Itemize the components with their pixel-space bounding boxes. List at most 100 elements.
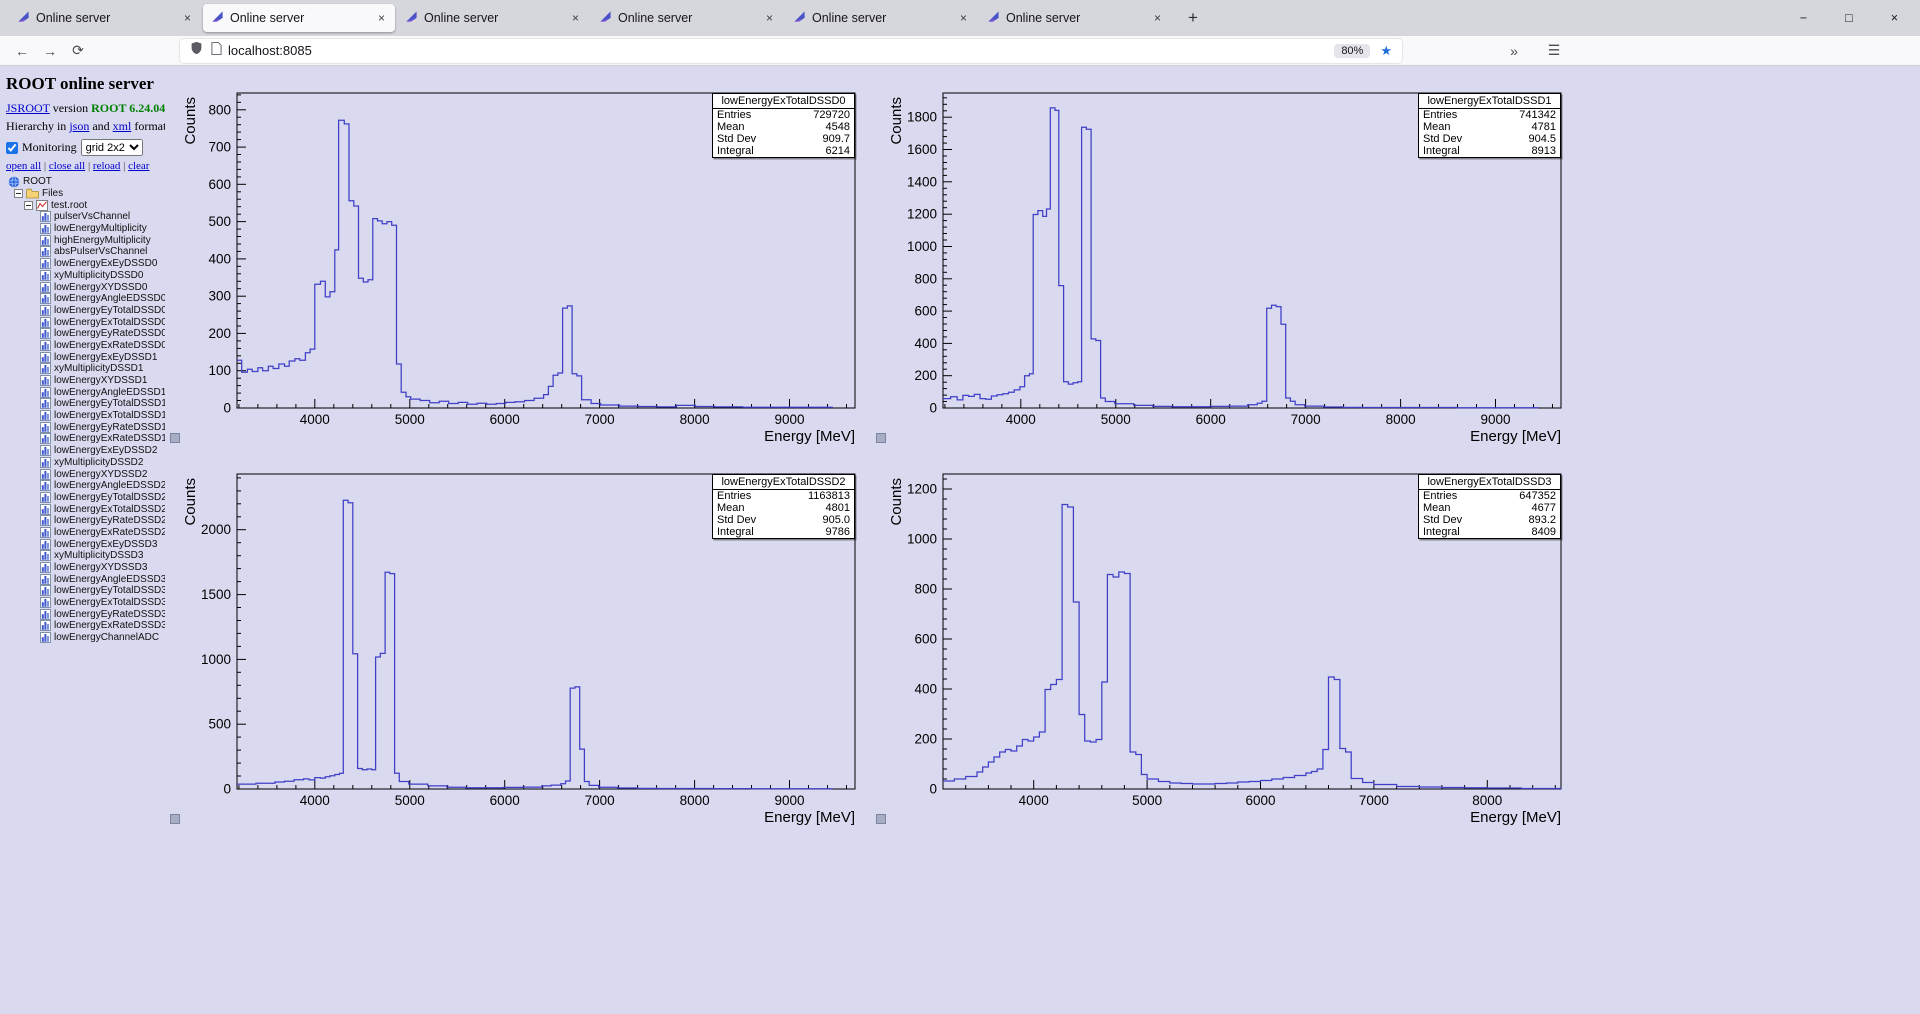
- tree-item[interactable]: xyMultiplicityDSSD3: [6, 550, 165, 562]
- tree-item[interactable]: lowEnergyExTotalDSSD0: [6, 316, 165, 328]
- tree-item[interactable]: lowEnergyExRateDSSD0: [6, 339, 165, 352]
- reload-icon[interactable]: ⟳: [64, 42, 92, 59]
- tree-item[interactable]: lowEnergyXYDSSD0: [6, 281, 165, 293]
- action-open-all[interactable]: open all: [6, 160, 41, 172]
- tab-close-icon[interactable]: ×: [570, 11, 581, 25]
- tree-item[interactable]: lowEnergyXYDSSD1: [6, 375, 165, 387]
- tree-item[interactable]: highEnergyMultiplicity: [6, 234, 165, 246]
- tree-item[interactable]: pulserVsChannel: [6, 211, 165, 223]
- tree-item[interactable]: lowEnergyEyRateDSSD2: [6, 515, 165, 527]
- tab-close-icon[interactable]: ×: [376, 11, 387, 25]
- new-tab-button[interactable]: +: [1180, 5, 1206, 31]
- monitoring-checkbox[interactable]: [6, 141, 18, 154]
- stats-box[interactable]: lowEnergyExTotalDSSD0 Entries 729720 Mean 4…: [712, 93, 855, 158]
- tree-item[interactable]: lowEnergyEyTotalDSSD2: [6, 491, 165, 504]
- bookmark-star-icon[interactable]: ★: [1380, 43, 1392, 59]
- pad-lowEnergyExTotalDSSD2[interactable]: 4000 5000 6000 7000 8000 9000 0 500 1000 1500 2000…: [165, 447, 871, 828]
- browser-tab[interactable]: Online server ×: [785, 4, 977, 32]
- tree-item[interactable]: lowEnergyAngleEDSSD1: [6, 386, 165, 398]
- tree-item[interactable]: lowEnergyExEyDSSD3: [6, 538, 165, 550]
- histogram-icon: [40, 316, 51, 328]
- tree-item[interactable]: lowEnergyExEyDSSD2: [6, 445, 165, 457]
- tree-item[interactable]: lowEnergyXYDSSD3: [6, 562, 165, 574]
- tree-label: lowEnergyEyTotalDSSD1: [54, 398, 165, 410]
- stat-value: 729720: [813, 109, 850, 121]
- pad-lowEnergyExTotalDSSD0[interactable]: 4000 5000 6000 7000 8000 9000 0 100 200 300 400 500…: [165, 66, 871, 447]
- json-link[interactable]: json: [69, 119, 89, 133]
- pad-lowEnergyExTotalDSSD3[interactable]: 4000 5000 6000 7000 8000 0 200 400 600 800 1000 120…: [871, 447, 1577, 828]
- jsroot-link[interactable]: JSROOT: [6, 101, 50, 115]
- layout-select[interactable]: grid 2x2: [80, 139, 143, 156]
- tab-close-icon[interactable]: ×: [958, 11, 969, 25]
- tree-item[interactable]: lowEnergyExEyDSSD1: [6, 351, 165, 363]
- stats-box[interactable]: lowEnergyExTotalDSSD1 Entries 741342 Mean 4…: [1418, 93, 1561, 158]
- tab-close-icon[interactable]: ×: [182, 11, 193, 25]
- tree-item[interactable]: lowEnergyEyRateDSSD1: [6, 421, 165, 433]
- back-icon[interactable]: ←: [8, 43, 36, 59]
- action-reload[interactable]: reload: [93, 160, 120, 172]
- tree-item[interactable]: absPulserVsChannel: [6, 246, 165, 258]
- svg-text:Counts: Counts: [182, 478, 199, 526]
- tree-item[interactable]: lowEnergyExTotalDSSD3: [6, 597, 165, 609]
- xml-link[interactable]: xml: [113, 119, 132, 133]
- toolbar-right: » ☰: [1500, 42, 1568, 59]
- browser-tab[interactable]: Online server ×: [203, 4, 395, 32]
- pad-lowEnergyExTotalDSSD1[interactable]: 4000 5000 6000 7000 8000 9000 0 200 400 600 800 100…: [871, 66, 1577, 447]
- tree-item[interactable]: lowEnergyExTotalDSSD2: [6, 503, 165, 515]
- tree-item[interactable]: lowEnergyEyRateDSSD3: [6, 608, 165, 620]
- tree-item[interactable]: lowEnergyAngleEDSSD0: [6, 293, 165, 305]
- histogram-icon: [40, 620, 51, 632]
- tree-item[interactable]: lowEnergyEyTotalDSSD0: [6, 304, 165, 317]
- shield-icon[interactable]: [190, 41, 203, 60]
- url-text: localhost:8085: [228, 43, 312, 58]
- tree-item[interactable]: lowEnergyExEyDSSD0: [6, 258, 165, 270]
- overflow-chevrons-icon[interactable]: »: [1500, 43, 1528, 59]
- page-info-icon[interactable]: [211, 41, 222, 60]
- tree-item[interactable]: lowEnergyEyTotalDSSD1: [6, 398, 165, 410]
- tree-item[interactable]: lowEnergyExRateDSSD3: [6, 620, 165, 632]
- svg-text:0: 0: [223, 401, 231, 416]
- pad-corner-button[interactable]: [170, 814, 180, 824]
- tree-item[interactable]: lowEnergyEyTotalDSSD3: [6, 585, 165, 597]
- pad-corner-button[interactable]: [170, 433, 180, 443]
- tab-close-icon[interactable]: ×: [764, 11, 775, 25]
- hierarchy-tree: ROOT Files test.root pulserVsChannel lowEner…: [6, 176, 165, 644]
- url-bar[interactable]: localhost:8085 80% ★: [180, 38, 1402, 63]
- maximize-icon[interactable]: □: [1845, 11, 1853, 25]
- stats-box[interactable]: lowEnergyExTotalDSSD3 Entries 647352 Mean 4…: [1418, 474, 1561, 539]
- svg-text:8000: 8000: [1472, 793, 1502, 808]
- tree-item[interactable]: lowEnergyChannelADC: [6, 632, 165, 644]
- close-window-icon[interactable]: ×: [1891, 11, 1898, 25]
- tab-close-icon[interactable]: ×: [1152, 11, 1163, 25]
- action-clear[interactable]: clear: [128, 160, 149, 172]
- tree-label: lowEnergyExEyDSSD0: [54, 258, 158, 270]
- tree-item-file[interactable]: test.root: [6, 199, 165, 211]
- pad-corner-button[interactable]: [876, 433, 886, 443]
- minimize-icon[interactable]: −: [1800, 11, 1807, 25]
- tree-item[interactable]: lowEnergyExRateDSSD2: [6, 526, 165, 539]
- pad-corner-button[interactable]: [876, 814, 886, 824]
- browser-window: Online server × Online server × Online s…: [0, 0, 1920, 66]
- browser-tab[interactable]: Online server ×: [979, 4, 1171, 32]
- browser-tab[interactable]: Online server ×: [9, 4, 201, 32]
- histogram-icon: [40, 468, 51, 480]
- tree-item[interactable]: xyMultiplicityDSSD0: [6, 269, 165, 282]
- tree-item[interactable]: xyMultiplicityDSSD1: [6, 363, 165, 375]
- tree-item[interactable]: xyMultiplicityDSSD2: [6, 456, 165, 469]
- tree-item[interactable]: lowEnergyAngleEDSSD3: [6, 573, 165, 585]
- stats-box[interactable]: lowEnergyExTotalDSSD2 Entries 1163813 Mean…: [712, 474, 855, 539]
- forward-icon[interactable]: →: [36, 43, 64, 59]
- tree-item[interactable]: lowEnergyXYDSSD2: [6, 468, 165, 480]
- tree-item[interactable]: lowEnergyEyRateDSSD0: [6, 328, 165, 340]
- action-close-all[interactable]: close all: [49, 160, 85, 172]
- zoom-level-badge[interactable]: 80%: [1334, 43, 1371, 58]
- tree-item[interactable]: lowEnergyExTotalDSSD1: [6, 410, 165, 422]
- tree-item[interactable]: lowEnergyAngleEDSSD2: [6, 480, 165, 492]
- browser-tab[interactable]: Online server ×: [397, 4, 589, 32]
- tree-item[interactable]: lowEnergyExRateDSSD1: [6, 433, 165, 445]
- tree-item[interactable]: lowEnergyMultiplicity: [6, 223, 165, 235]
- tree-item-root[interactable]: ROOT: [6, 176, 165, 188]
- tree-item-files[interactable]: Files: [6, 188, 165, 200]
- browser-tab[interactable]: Online server ×: [591, 4, 783, 32]
- hamburger-menu-icon[interactable]: ☰: [1540, 42, 1568, 59]
